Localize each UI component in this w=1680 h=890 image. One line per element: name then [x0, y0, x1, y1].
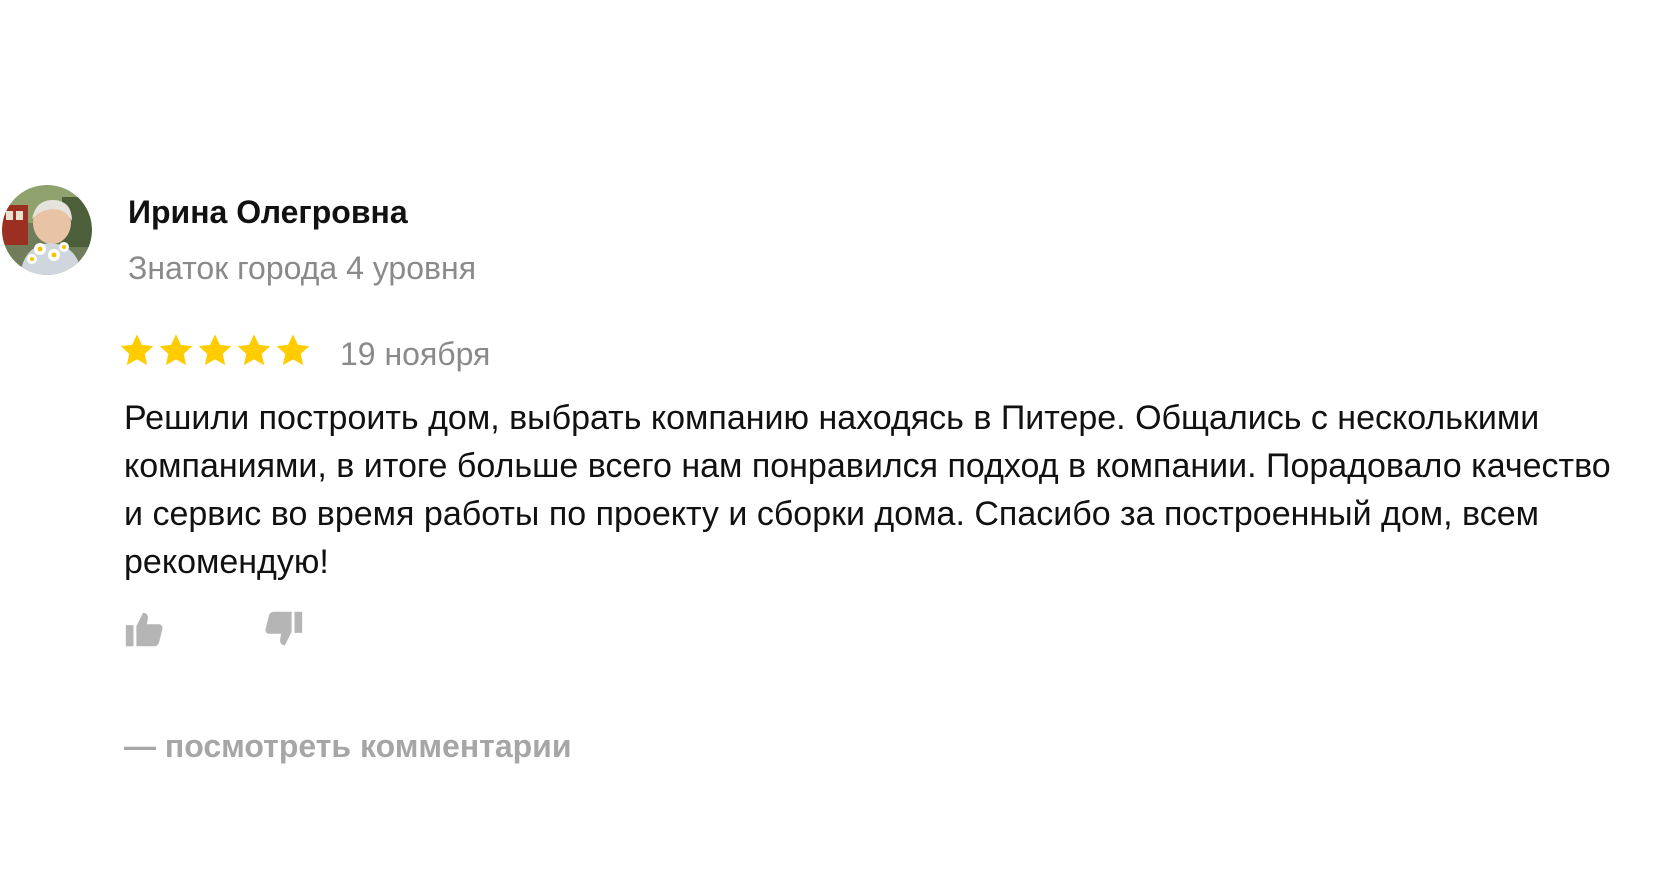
thumbs-down-icon [265, 611, 303, 646]
author-level-label: Знаток города 4 уровня [128, 250, 477, 286]
star-icon [120, 334, 154, 366]
like-button[interactable] [122, 606, 168, 652]
view-comments-link[interactable]: — посмотреть комментарии [124, 726, 572, 766]
rating-stars [118, 332, 312, 370]
thumbs-up-icon [125, 612, 163, 647]
review-reactions [122, 606, 306, 652]
review-text: Решили построить дом, выбрать компанию н… [124, 399, 1611, 581]
dislike-button[interactable] [260, 606, 306, 652]
star-icon [276, 334, 310, 366]
star-icon [159, 334, 193, 366]
star-icon [198, 334, 232, 366]
author-name[interactable]: Ирина Олегровна [128, 193, 408, 231]
review-card: Ирина Олегровна Знаток города 4 уровня 1… [0, 0, 1680, 890]
review-date: 19 ноября [340, 336, 491, 372]
user-avatar[interactable] [2, 185, 92, 275]
star-icon [237, 334, 271, 366]
